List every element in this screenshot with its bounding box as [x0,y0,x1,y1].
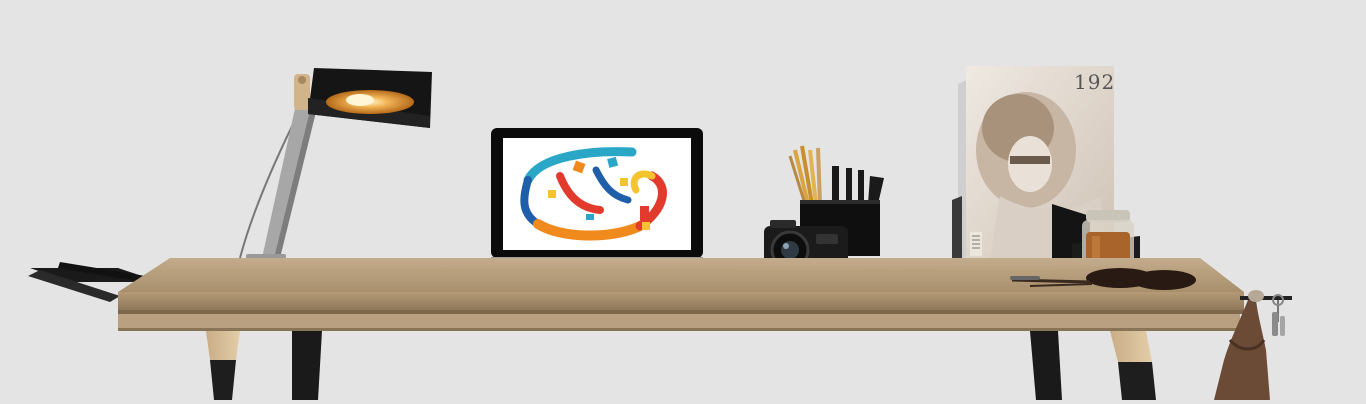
desk-lamp [239,68,432,260]
jar [1082,210,1134,266]
keys [1272,294,1285,336]
scene-illustration [28,66,1292,400]
magazine-cover-number: 192 [1074,70,1116,94]
desk [118,258,1244,331]
desk-scene [0,0,1366,400]
desk-legs [206,331,1156,400]
